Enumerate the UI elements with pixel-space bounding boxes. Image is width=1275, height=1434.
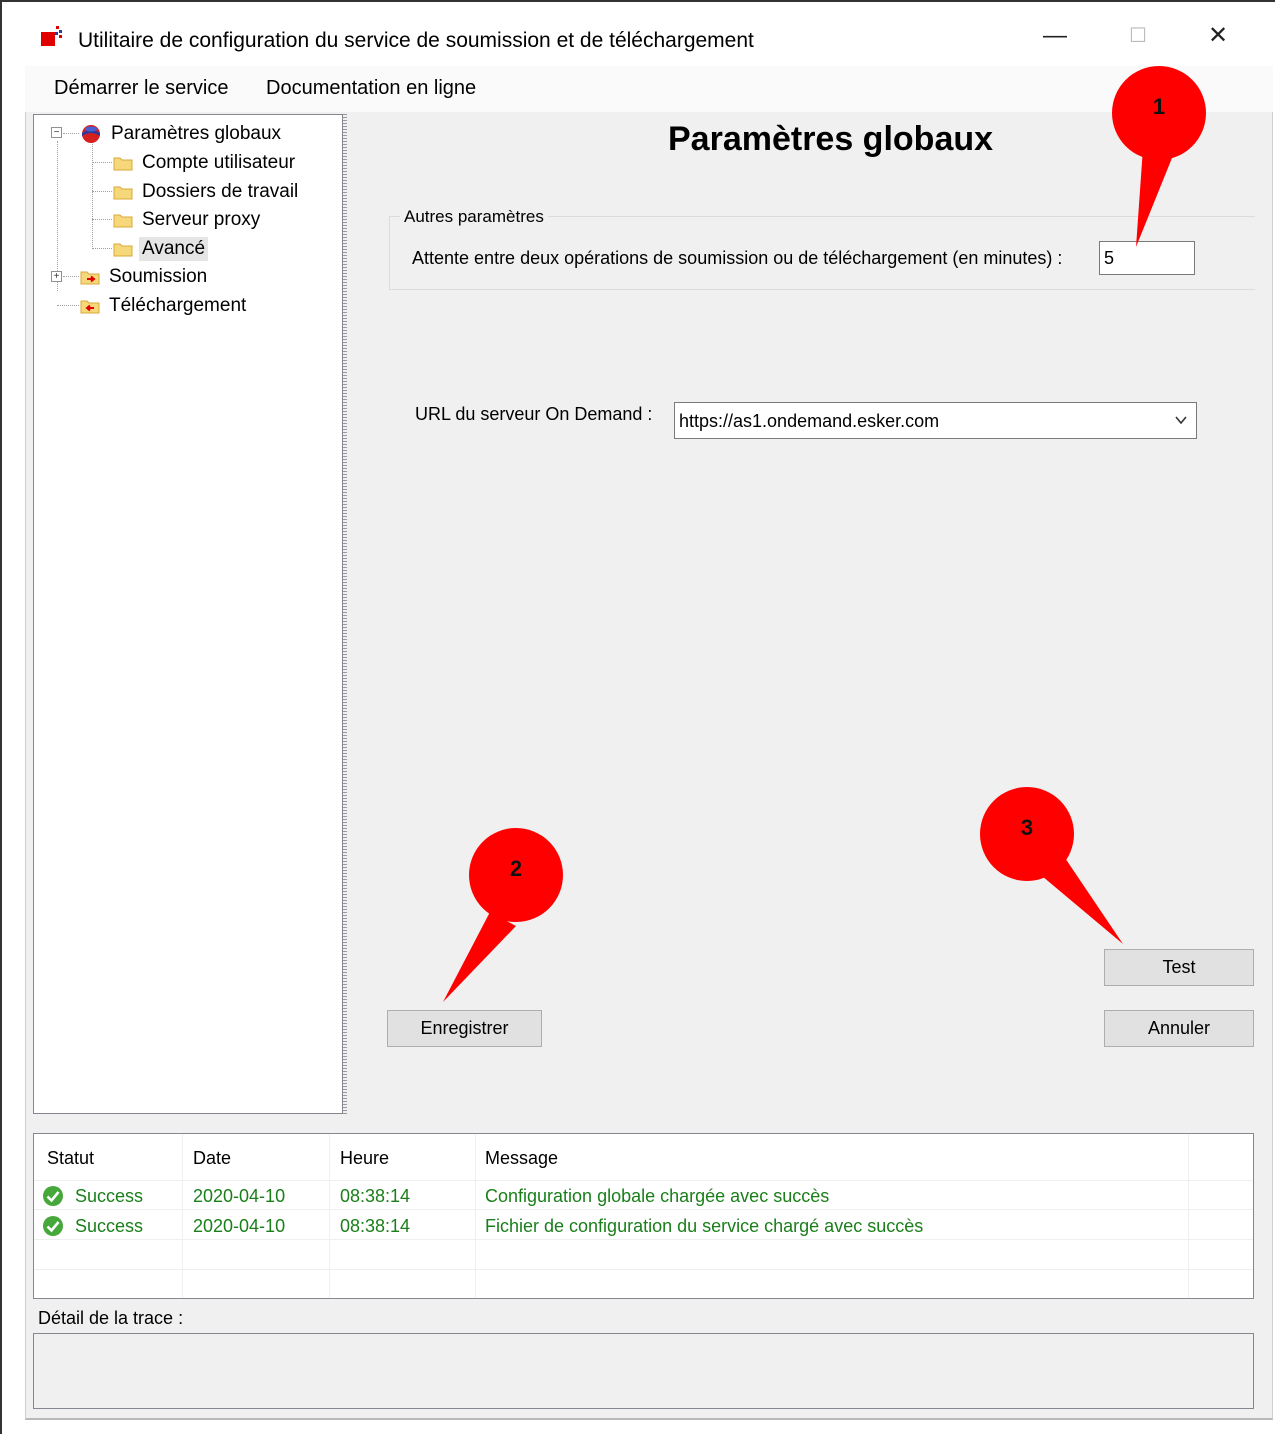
tree-item-label: Dossiers de travail [142, 181, 299, 202]
tree-item-advanced[interactable]: Avancé [113, 236, 209, 262]
tree-item-work-folders[interactable]: Dossiers de travail [113, 179, 301, 205]
folder-icon [113, 214, 133, 227]
time-cell: 08:38:14 [340, 1216, 411, 1236]
server-url-value: https://as1.ondemand.esker.com [679, 411, 940, 431]
message-cell: Fichier de configuration du service char… [485, 1216, 924, 1236]
status-cell: Success [75, 1216, 144, 1236]
column-divider [182, 1134, 183, 1298]
submission-folder-icon [80, 271, 100, 284]
tree-item-global-settings[interactable]: Paramètres globaux [80, 121, 284, 147]
tree-item-label: Téléchargement [109, 295, 247, 316]
tree-item-proxy-server[interactable]: Serveur proxy [113, 207, 263, 233]
download-folder-icon [80, 300, 100, 313]
panel-splitter[interactable] [343, 114, 347, 1114]
callout-2: 2 [469, 828, 563, 922]
expand-icon[interactable]: + [51, 271, 62, 282]
tree-item-submission[interactable]: Soumission [80, 264, 210, 290]
tree-connector [57, 141, 58, 291]
row-divider [34, 1239, 1253, 1240]
column-header-date[interactable]: Date [193, 1148, 231, 1169]
tree-connector [92, 248, 112, 249]
status-cell: Success [75, 1186, 144, 1206]
tree-connector [92, 219, 112, 220]
menu-start-service[interactable]: Démarrer le service [54, 77, 228, 100]
tree-connector [92, 162, 112, 163]
wait-minutes-input[interactable] [1099, 241, 1195, 275]
callout-1: 1 [1112, 66, 1206, 160]
menu-bar: Démarrer le service Documentation en lig… [25, 66, 1273, 112]
title-bar: Utilitaire de configuration du service d… [25, 2, 1273, 66]
tree-connector [63, 276, 79, 277]
column-header-status[interactable]: Statut [47, 1148, 94, 1169]
tree-item-label: Avancé [139, 237, 209, 261]
callout-number: 1 [1152, 94, 1166, 119]
trace-detail-label: Détail de la trace : [38, 1308, 184, 1328]
column-divider [329, 1134, 330, 1298]
window-title: Utilitaire de configuration du service d… [78, 29, 754, 52]
column-header-message[interactable]: Message [485, 1148, 558, 1169]
tree-item-label: Soumission [109, 266, 208, 287]
date-cell: 2020-04-10 [193, 1216, 286, 1236]
message-cell: Configuration globale chargée avec succè… [485, 1186, 830, 1206]
time-cell: 08:38:14 [340, 1186, 411, 1206]
maximize-button[interactable]: ☐ [1108, 16, 1168, 56]
tree-item-label: Paramètres globaux [111, 123, 282, 144]
group-title: Autres paramètres [400, 207, 548, 227]
callout-3: 3 [980, 787, 1074, 881]
row-divider [34, 1180, 1253, 1181]
tree-connector [92, 141, 93, 249]
app-icon [41, 26, 62, 46]
row-divider [34, 1269, 1253, 1270]
tree-item-label: Serveur proxy [142, 209, 261, 230]
trace-detail-box [33, 1333, 1254, 1409]
success-check-icon [43, 1186, 63, 1206]
callout-number: 3 [1020, 815, 1034, 840]
tree-item-download[interactable]: Téléchargement [80, 293, 249, 319]
menu-online-documentation[interactable]: Documentation en ligne [266, 77, 476, 100]
callout-number: 2 [509, 856, 523, 881]
settings-tree: − Paramètres globaux Compte utilisateur … [33, 114, 343, 1114]
collapse-icon[interactable]: − [51, 127, 62, 138]
tree-connector [63, 133, 79, 134]
folder-icon [113, 186, 133, 199]
globe-icon [82, 125, 100, 143]
log-list[interactable]: Statut Date Heure Message Success 2020-0… [33, 1133, 1254, 1299]
tree-item-user-account[interactable]: Compte utilisateur [113, 150, 298, 176]
test-button[interactable]: Test [1104, 949, 1254, 986]
wait-label: Attente entre deux opérations de soumiss… [412, 248, 1063, 268]
close-button[interactable]: ✕ [1188, 16, 1248, 56]
tree-connector [92, 191, 112, 192]
column-divider [475, 1134, 476, 1298]
tree-connector [57, 305, 79, 306]
minimize-button[interactable]: — [1025, 16, 1085, 56]
column-divider [1188, 1134, 1189, 1298]
tree-item-label: Compte utilisateur [142, 152, 296, 173]
server-url-label: URL du serveur On Demand : [415, 404, 653, 424]
chevron-down-icon [1175, 416, 1187, 425]
page-title: Paramètres globaux [668, 120, 994, 158]
server-url-select[interactable]: https://as1.ondemand.esker.com [674, 402, 1197, 439]
date-cell: 2020-04-10 [193, 1186, 286, 1206]
success-check-icon [43, 1216, 63, 1236]
cancel-button[interactable]: Annuler [1104, 1010, 1254, 1047]
folder-icon [113, 243, 133, 256]
row-divider [34, 1209, 1253, 1210]
save-button[interactable]: Enregistrer [387, 1010, 542, 1047]
folder-icon [113, 157, 133, 170]
column-header-time[interactable]: Heure [340, 1148, 389, 1169]
